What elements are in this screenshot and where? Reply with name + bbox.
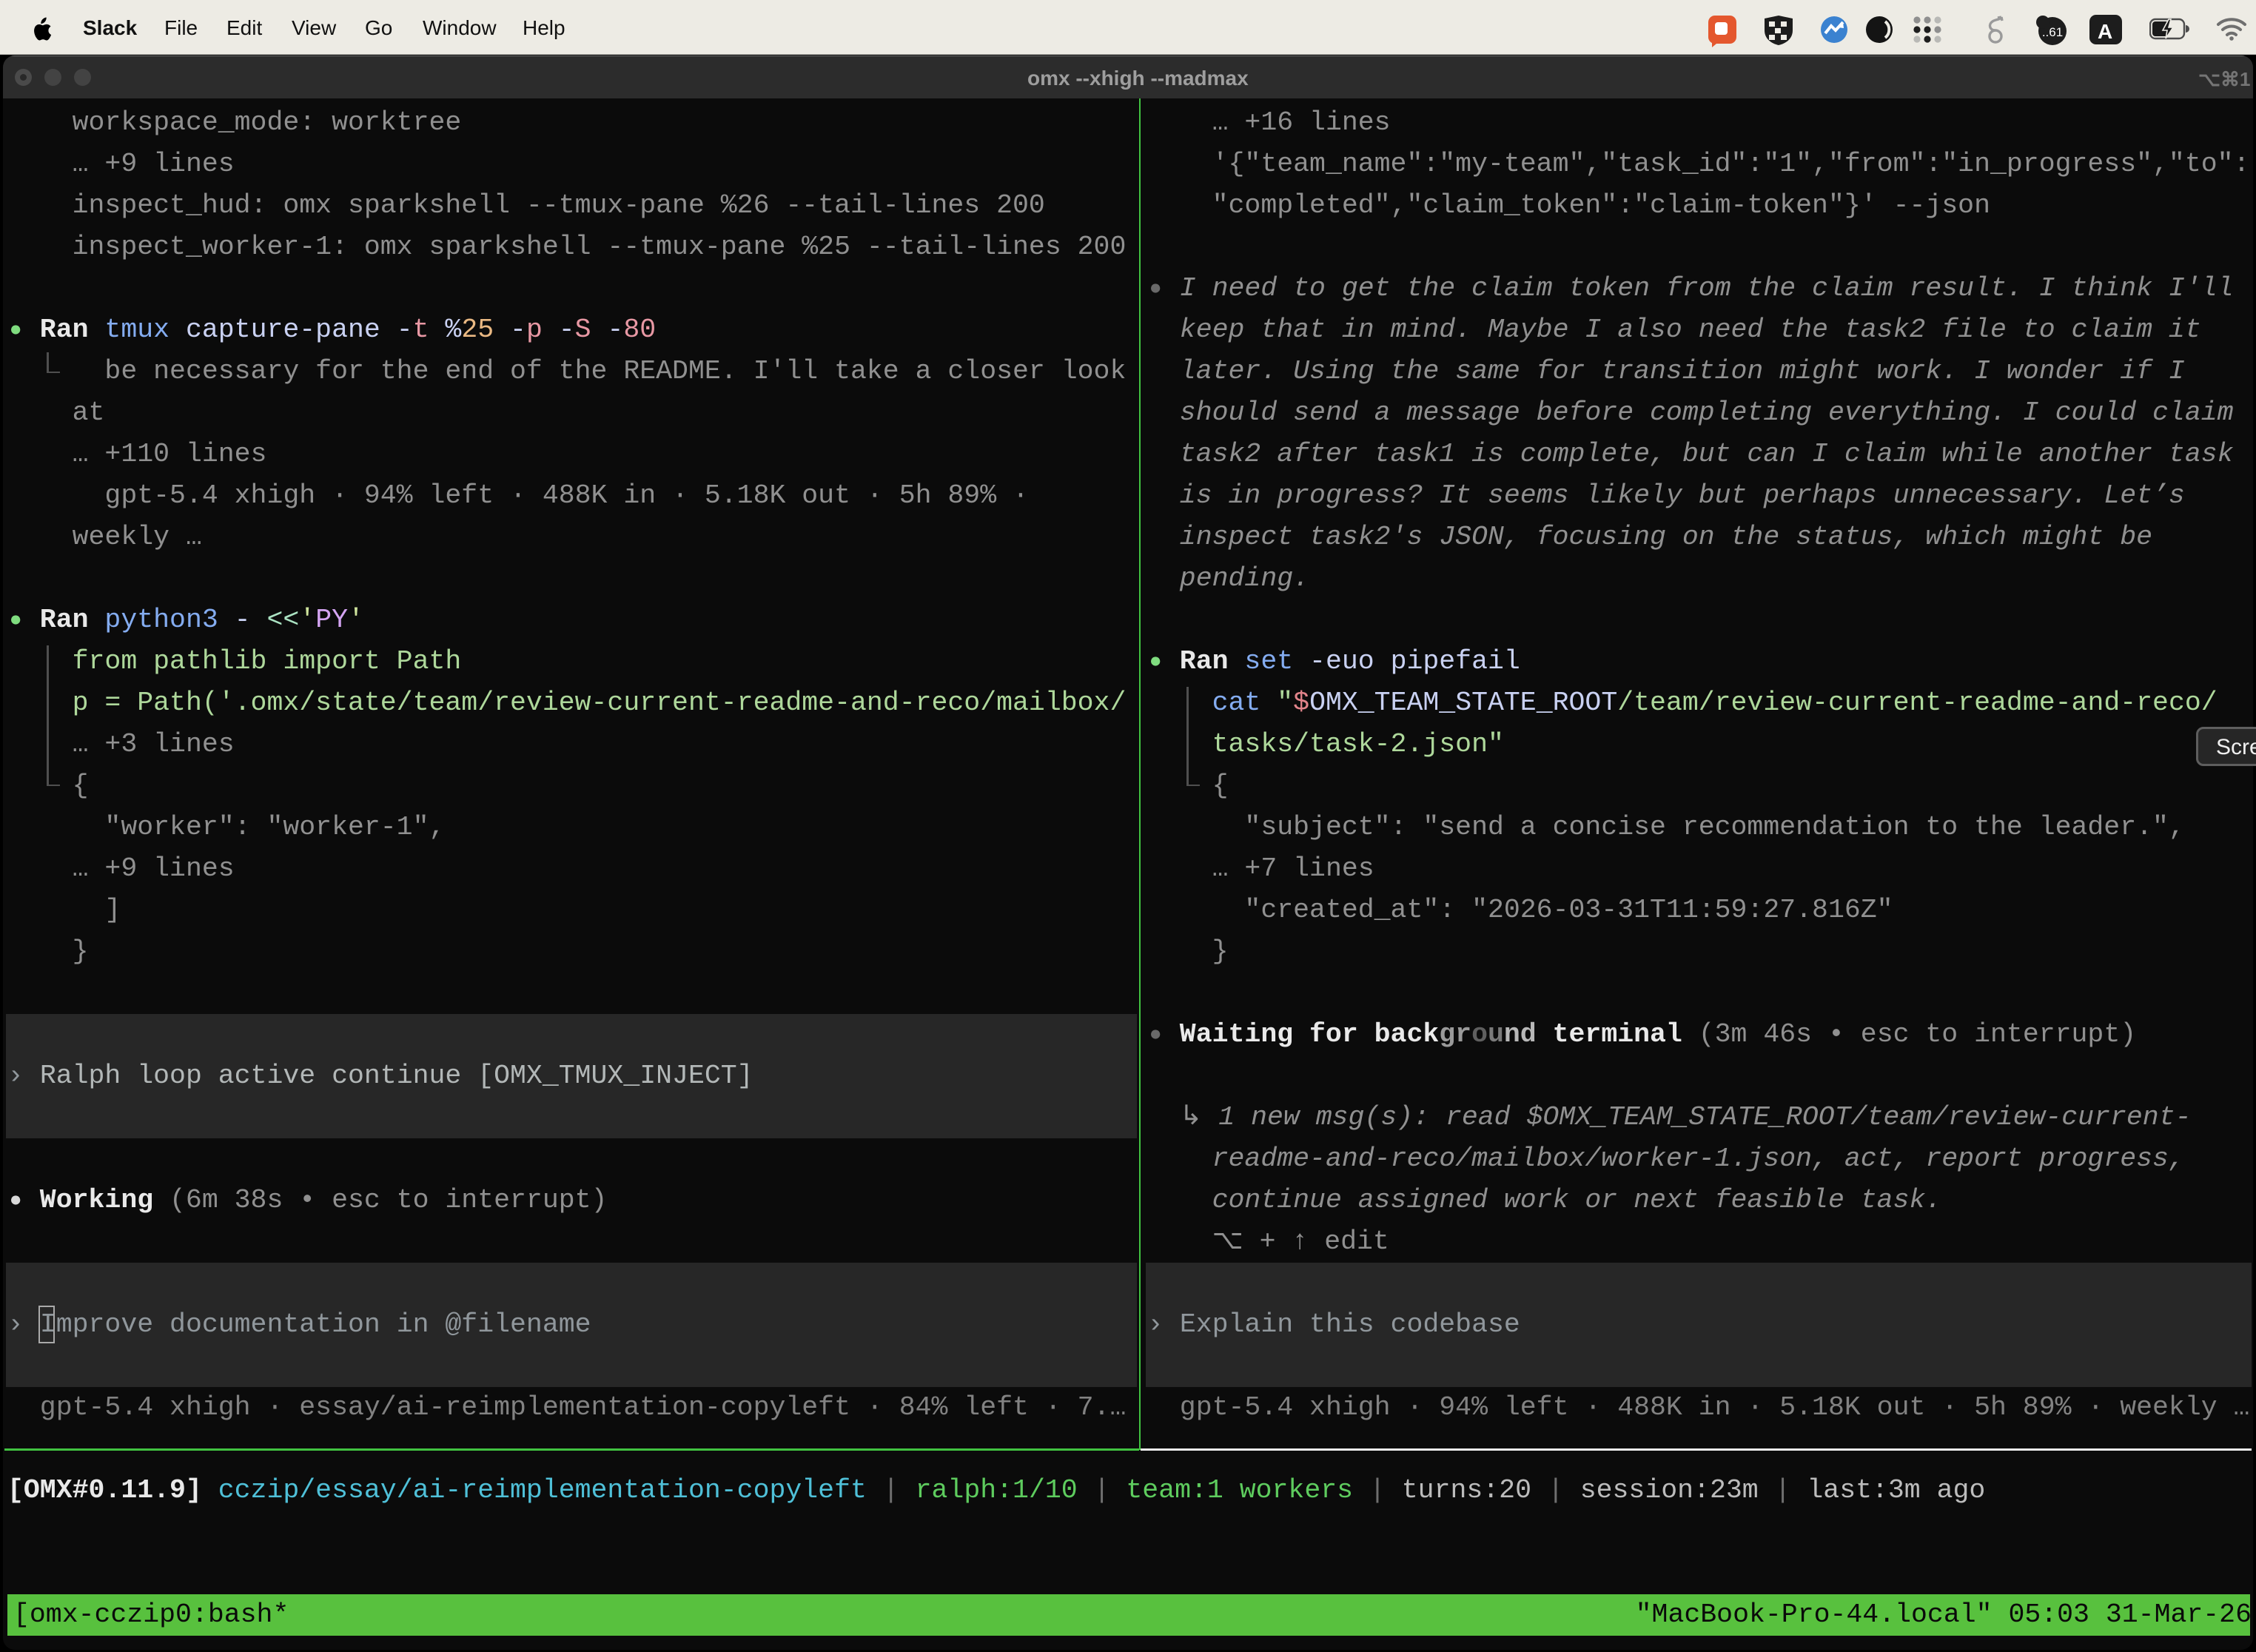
- svg-text:..61: ..61: [2042, 25, 2063, 39]
